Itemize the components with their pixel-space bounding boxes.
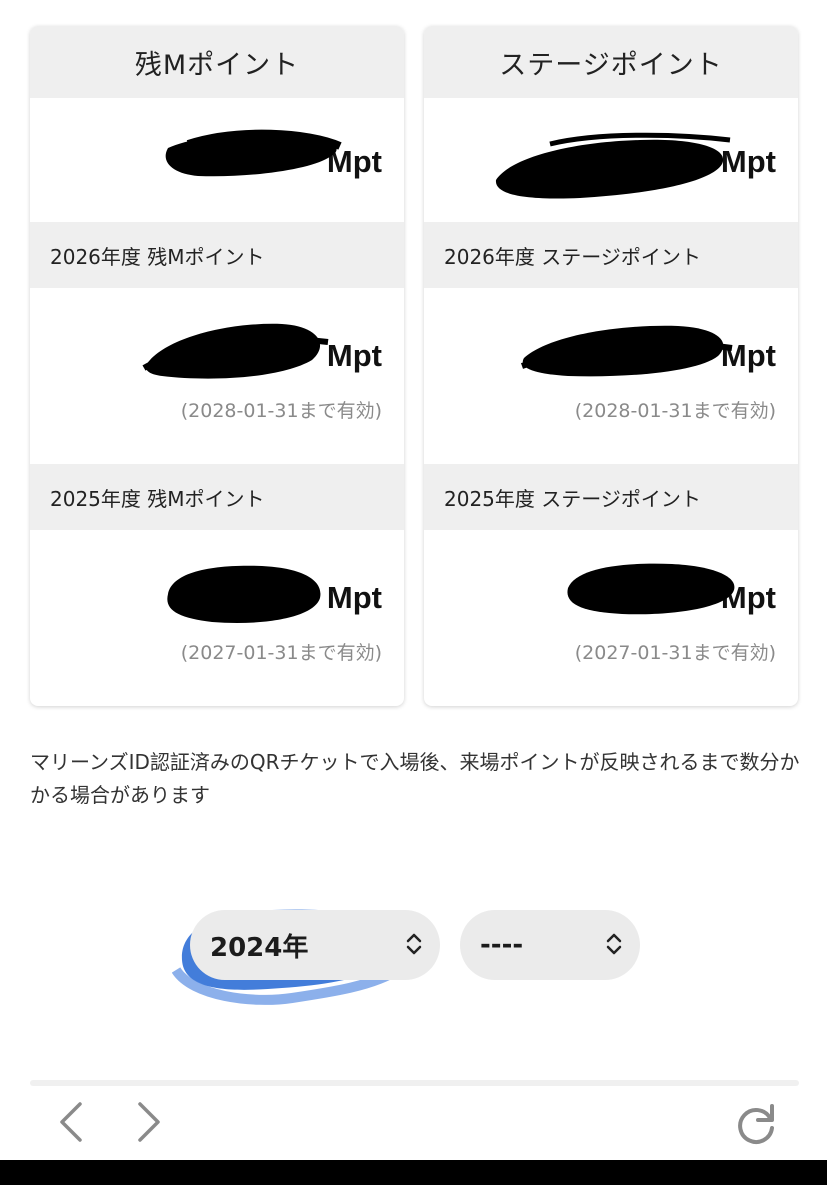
year-select[interactable]: 2024年 [190, 910, 440, 980]
m-point-2026-row: Mpt (2028-01-31まで有効) [30, 288, 404, 464]
m-point-2026-expiry: (2028-01-31まで有効) [180, 400, 382, 422]
browser-toolbar [0, 1086, 827, 1160]
reload-icon[interactable] [732, 1100, 780, 1148]
m-point-2026-header: 2026年度 残Mポイント [30, 222, 404, 288]
chevron-up-down-icon [606, 933, 622, 955]
stage-point-2025-expiry: (2027-01-31まで有効) [574, 642, 776, 664]
stage-point-total-row: Mpt [424, 98, 798, 222]
redaction-scribble [165, 129, 342, 177]
redaction-scribble [167, 565, 321, 623]
points-cards: 残Mポイント Mpt 2026年度 残Mポイント Mpt (2028-01-31… [30, 26, 799, 706]
stage-point-2025-row: Mpt (2027-01-31まで有効) [424, 530, 798, 706]
stage-point-2025-header: 2025年度 ステージポイント [424, 464, 798, 530]
year-select-value: 2024年 [210, 932, 309, 963]
redaction-scribble [142, 323, 329, 379]
m-point-total-row: Mpt [30, 98, 404, 222]
m-point-2026-amount: Mpt [326, 338, 382, 373]
m-point-card: 残Mポイント Mpt 2026年度 残Mポイント Mpt (2028-01-31… [30, 26, 404, 706]
entry-notice-text: マリーンズID認証済みのQRチケットで入場後、来場ポイントが反映されるまで数分か… [30, 750, 800, 807]
redaction-scribble [495, 132, 731, 199]
month-select-value: ---- [480, 930, 524, 960]
chevron-left-icon[interactable] [56, 1100, 86, 1144]
device-bottom-bar [0, 1160, 827, 1185]
stage-point-card: ステージポイント Mpt 2026年度 ステージポイント Mpt (2028-0… [424, 26, 798, 706]
redaction-scribble [520, 325, 733, 377]
period-filters: 2024年 ---- [190, 910, 640, 980]
m-point-2025-header: 2025年度 残Mポイント [30, 464, 404, 530]
stage-point-2026-header: 2026年度 ステージポイント [424, 222, 798, 288]
redaction-scribble [567, 563, 735, 615]
stage-point-card-title: ステージポイント [424, 26, 798, 98]
month-select[interactable]: ---- [460, 910, 640, 980]
m-point-2025-amount: Mpt [326, 580, 382, 615]
m-point-2025-row: Mpt (2027-01-31まで有効) [30, 530, 404, 706]
chevron-up-down-icon [406, 933, 422, 955]
chevron-right-icon[interactable] [134, 1100, 164, 1144]
m-point-2025-expiry: (2027-01-31まで有効) [180, 642, 382, 664]
m-point-card-title: 残Mポイント [30, 26, 404, 98]
stage-point-2026-row: Mpt (2028-01-31まで有効) [424, 288, 798, 464]
stage-point-2026-expiry: (2028-01-31まで有効) [574, 400, 776, 422]
